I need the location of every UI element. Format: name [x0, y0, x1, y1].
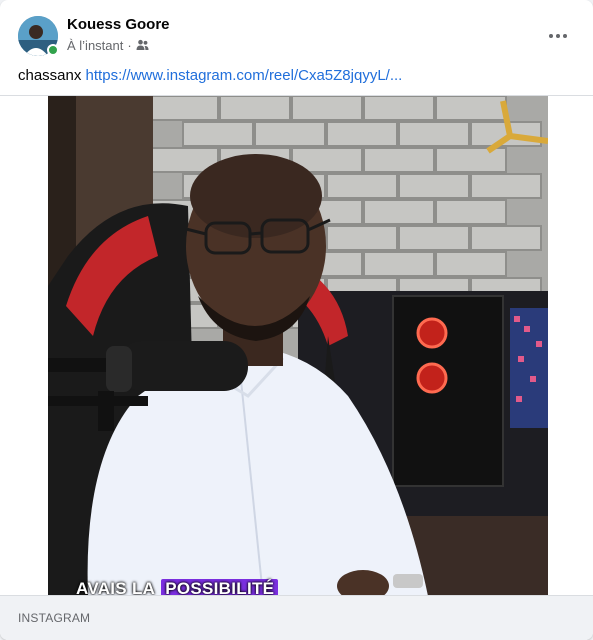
post-timestamp[interactable]: À l’instant	[67, 38, 123, 53]
post-text-prefix: chassanx	[18, 67, 82, 84]
author-name[interactable]: Kouess Goore	[67, 16, 170, 33]
online-status-icon	[47, 44, 59, 56]
post-header: Kouess Goore À l’instant ·	[0, 0, 593, 62]
link-preview-footer[interactable]: INSTAGRAM	[0, 595, 593, 640]
more-options-icon[interactable]	[540, 18, 576, 54]
link-source-label: INSTAGRAM	[18, 611, 91, 625]
post-text: chassanx https://www.instagram.com/reel/…	[18, 66, 578, 86]
instagram-link[interactable]: https://www.instagram.com/reel/Cxa5Z8jqy…	[86, 67, 403, 84]
meta-separator: ·	[127, 37, 132, 53]
shared-media[interactable]: AVAIS LA POSSIBILITÉ	[0, 95, 593, 599]
post-meta: À l’instant ·	[67, 37, 149, 53]
friends-icon[interactable]	[136, 39, 149, 51]
video-thumbnail[interactable]	[48, 96, 548, 596]
facebook-post: Kouess Goore À l’instant · chassanx http…	[0, 0, 593, 640]
